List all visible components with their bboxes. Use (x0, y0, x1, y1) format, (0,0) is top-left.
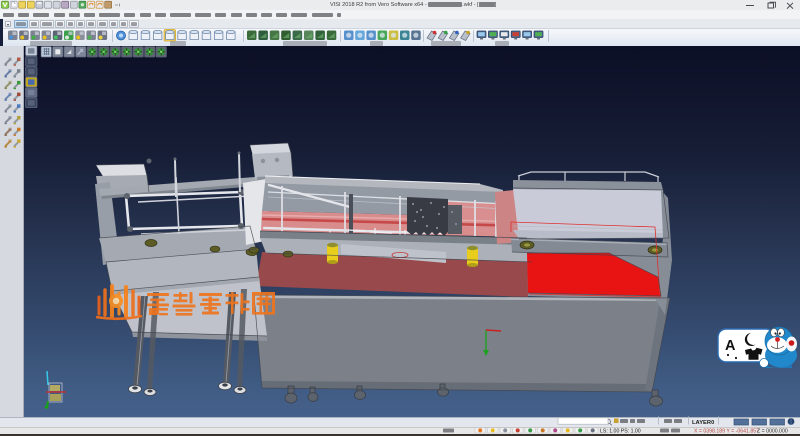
svg-text:Z = 0000.000: Z = 0000.000 (757, 428, 788, 434)
svg-text:X = 0398.189 Y = -0641.857: X = 0398.189 Y = -0641.857 (694, 428, 759, 434)
svg-text:A: A (725, 338, 736, 354)
svg-text:LS: 1.00 PS: 1.00: LS: 1.00 PS: 1.00 (600, 428, 641, 434)
svg-text:LAYER0: LAYER0 (692, 420, 714, 426)
